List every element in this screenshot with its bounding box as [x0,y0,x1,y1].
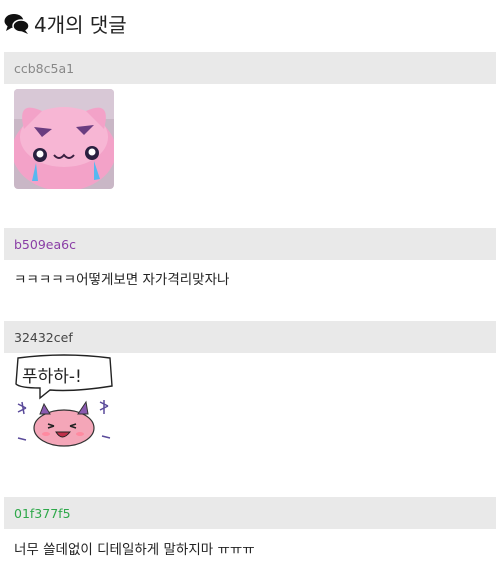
comment-header: 32432cef [4,321,496,353]
comment-header: ccb8c5a1 [4,52,496,84]
pink-horned-slime-laughing-sticker: 푸하하-! [14,354,114,454]
comment-sticker-image [14,89,114,189]
comment-author[interactable]: 01f377f5 [14,506,71,521]
comment-text: ㅋㅋㅋㅋㅋ어떻게보면 자가격리맞자나 [14,272,230,288]
comment-text: 너무 쓸데없이 디테일하게 말하지마 ㅠㅠㅠ [14,542,255,558]
comment-header: 01f377f5 [4,497,496,529]
comments-icon [4,14,30,34]
pink-crying-slime-sticker [14,89,114,189]
comments-count-title: 4개의 댓글 [34,12,127,37]
sticker-speech-text: 푸하하-! [22,367,82,387]
comment-author[interactable]: ccb8c5a1 [14,61,74,76]
comment-header: b509ea6c [4,228,496,260]
comment-sticker-image: 푸하하-! [14,354,114,454]
comment-author[interactable]: b509ea6c [14,237,76,252]
comment-author[interactable]: 32432cef [14,330,73,345]
comments-header: 4개의 댓글 [4,8,127,38]
